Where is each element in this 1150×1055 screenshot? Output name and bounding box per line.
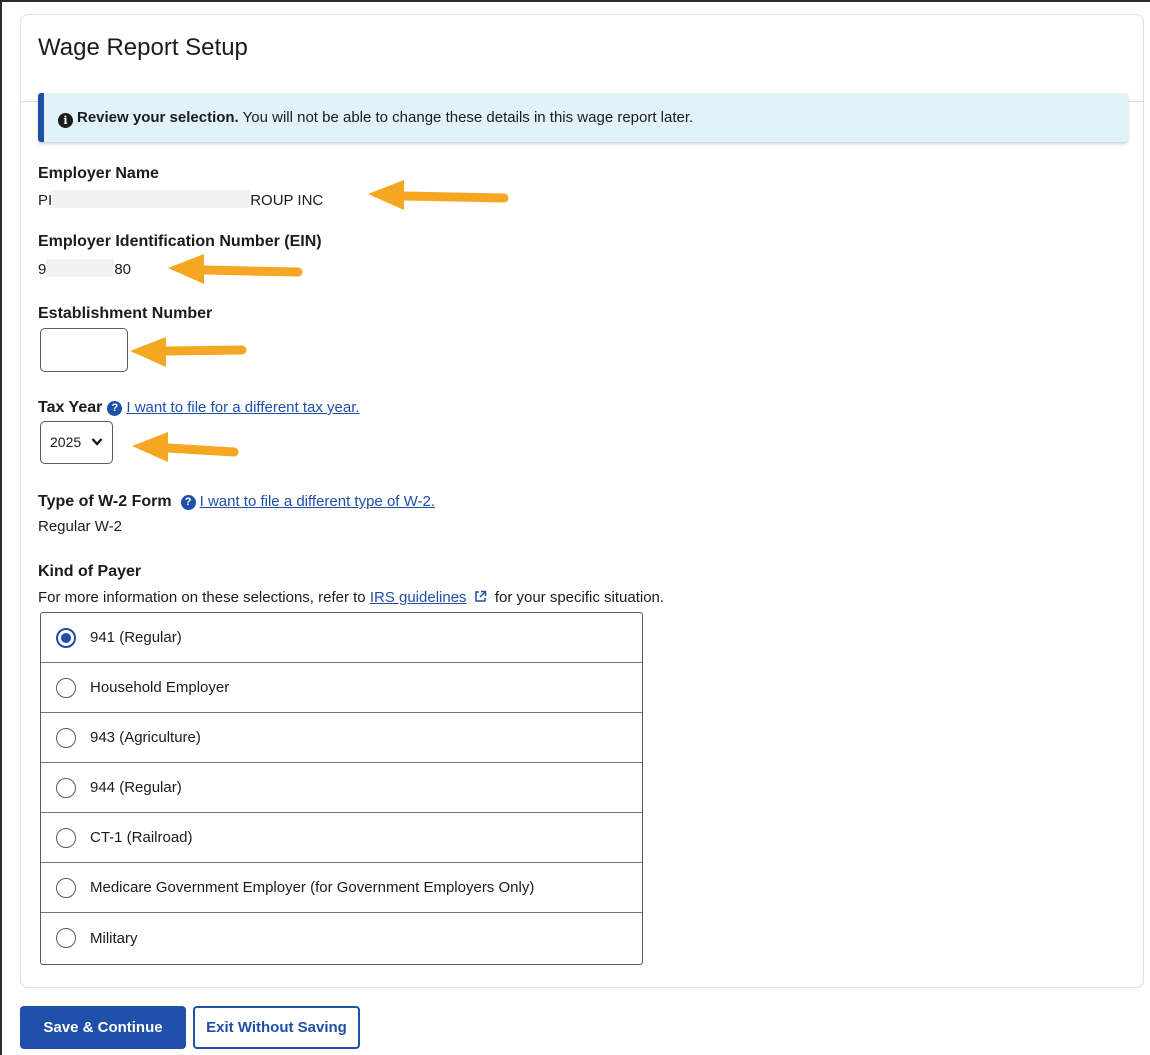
employer-name-prefix: PI [38,192,53,209]
kind-of-payer-label: Kind of Payer [38,563,142,580]
establishment-number-input[interactable] [40,328,128,372]
tax-year-label-text: Tax Year [38,399,103,416]
tax-year-label: Tax Year? I want to file for a different … [38,399,360,417]
tax-year-select[interactable]: 2025 [40,421,113,464]
ein-label: Employer Identification Number (EIN) [38,233,322,250]
page-title: Wage Report Setup [38,34,248,61]
payer-option-row[interactable]: 941 (Regular) [41,613,642,663]
irs-guidelines-link[interactable]: IRS guidelines [370,589,467,606]
payer-option-row[interactable]: 944 (Regular) [41,763,642,813]
save-continue-button[interactable]: Save & Continue [20,1006,186,1049]
w2-type-label-text: Type of W-2 Form [38,493,172,510]
kind-of-payer-note: For more information on these selections… [38,589,664,606]
alert-text: You will not be able to change these det… [238,109,694,126]
radio-unchecked[interactable] [56,727,76,748]
radio-unchecked[interactable] [56,877,76,898]
payer-option-label: 944 (Regular) [90,779,182,796]
annotation-arrow-icon [368,180,509,210]
annotation-arrow-icon [132,432,239,462]
redaction-mask [46,259,115,277]
info-icon: i [58,113,73,128]
radio-unchecked[interactable] [56,928,76,948]
tax-year-selected: 2025 [50,434,82,450]
kind-of-payer-options: 941 (Regular) Household Employer 943 (Agri… [40,612,643,965]
payer-option-row[interactable]: Medicare Government Employer (for Govern… [41,863,642,913]
w2-type-label: Type of W-2 Form? I want to file a differ… [38,493,435,511]
radio-unchecked[interactable] [56,827,76,848]
help-icon[interactable]: ? [107,401,123,416]
w2-type-value: Regular W-2 [38,518,122,535]
alert-strong: Review your selection. [77,109,239,126]
redaction-mask [52,190,251,208]
radio-unchecked[interactable] [56,677,76,698]
different-w2-type-link[interactable]: I want to file a different type of W-2. [200,493,435,510]
employer-name-label: Employer Name [38,165,159,182]
help-icon[interactable]: ? [180,495,196,510]
payer-option-row[interactable]: 943 (Agriculture) [41,713,642,763]
annotation-arrow-icon [130,337,247,367]
radio-unchecked[interactable] [56,777,76,798]
different-tax-year-link[interactable]: I want to file for a different tax year. [126,399,359,416]
external-link-icon [471,590,491,605]
wage-report-card: Wage Report Setup i Review your selection… [20,14,1144,988]
ein-suffix: 80 [114,261,132,278]
payer-option-label: 943 (Agriculture) [90,729,201,746]
chevron-down-icon [91,422,103,478]
note-text-after: for your specific situation. [494,589,665,606]
payer-option-label: Military [90,929,138,947]
payer-option-row[interactable]: CT-1 (Railroad) [41,813,642,863]
payer-option-label: Household Employer [90,679,230,696]
exit-without-saving-button[interactable]: Exit Without Saving [193,1006,360,1049]
employer-name-suffix: ROUP INC [250,192,324,209]
ein-prefix: 9 [38,261,47,278]
ein-value: 9 80 [38,259,131,278]
annotation-arrow-icon [168,254,303,284]
payer-option-row[interactable]: Military [41,913,642,963]
employer-name-value: PI ROUP INC [38,190,323,209]
payer-option-label: 941 (Regular) [90,629,182,646]
payer-option-row[interactable]: Household Employer [41,663,642,713]
radio-checked[interactable] [56,627,76,648]
establishment-number-label: Establishment Number [38,305,213,322]
payer-option-label: Medicare Government Employer (for Govern… [90,879,535,896]
review-alert: i Review your selection. You will not be … [38,93,1128,142]
card-header: Wage Report Setup [21,15,1143,102]
payer-option-label: CT-1 (Railroad) [90,829,193,846]
note-text-before: For more information on these selections… [38,589,370,606]
